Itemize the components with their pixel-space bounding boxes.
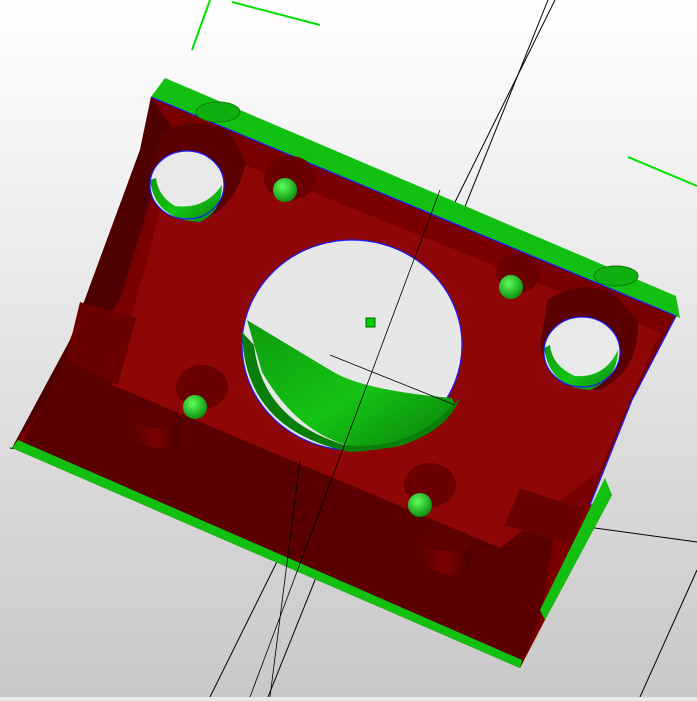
rotation-center-marker[interactable]: [365, 317, 376, 328]
large-center-bore: [241, 239, 463, 452]
rim-boss-left: [195, 101, 241, 123]
rim-boss-right: [593, 265, 639, 287]
render-canvas[interactable]: [0, 0, 697, 698]
3d-viewport[interactable]: [0, 0, 697, 698]
